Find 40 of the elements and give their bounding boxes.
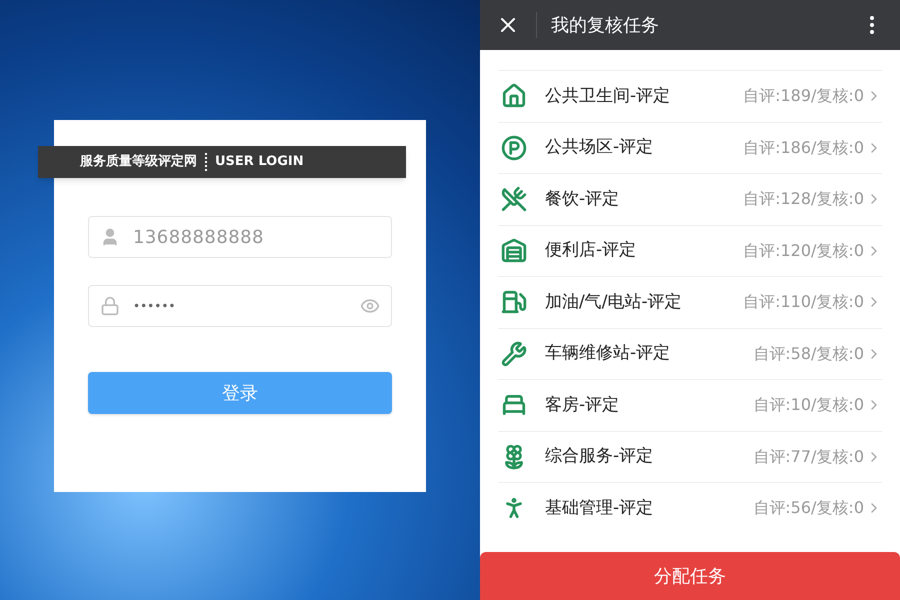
task-row[interactable]: 客房-评定 自评:10/复核:0 — [498, 379, 882, 430]
site-title: 服务质量等级评定网 — [80, 152, 197, 172]
task-counts: 自评:128/复核:0 — [743, 188, 864, 210]
fuel-pump-icon — [501, 289, 527, 316]
page-title: 我的复核任务 — [551, 14, 660, 38]
task-name: 餐饮-评定 — [545, 188, 620, 210]
task-name: 公共卫生间-评定 — [545, 84, 672, 108]
parking-icon — [501, 134, 527, 161]
task-counts: 自评:77/复核:0 — [753, 446, 864, 468]
task-counts: 自评:110/复核:0 — [743, 291, 864, 314]
task-row[interactable]: 餐饮-评定 自评:128/复核:0 — [498, 173, 882, 224]
task-row[interactable]: 公共卫生间-评定 自评:189/复核:0 — [498, 70, 882, 122]
house-icon — [501, 83, 527, 110]
task-row[interactable]: 综合服务-评定 自评:77/复核:0 — [498, 430, 882, 482]
task-counts: 自评:10/复核:0 — [753, 394, 864, 416]
task-row[interactable]: 公共场区-评定 自评:186/复核:0 — [498, 122, 882, 173]
login-subtitle: USER LOGIN — [215, 153, 304, 172]
task-counts: 自评:56/复核:0 — [753, 497, 864, 520]
task-name: 加油/气/电站-评定 — [545, 290, 683, 314]
task-name: 便利店-评定 — [545, 239, 638, 262]
task-row[interactable]: 加油/气/电站-评定 自评:110/复核:0 — [498, 276, 882, 328]
task-name: 客房-评定 — [545, 394, 620, 416]
utensils-icon — [501, 186, 527, 212]
lock-icon — [100, 296, 120, 316]
task-row[interactable]: 便利店-评定 自评:120/复核:0 — [498, 224, 882, 276]
task-name: 综合服务-评定 — [545, 445, 654, 468]
task-name: 车辆维修站-评定 — [545, 342, 672, 365]
task-name: 公共场区-评定 — [545, 136, 654, 159]
task-row[interactable]: 基础管理-评定 自评:56/复核:0 — [498, 482, 882, 534]
task-name: 基础管理-评定 — [545, 496, 654, 520]
task-counts: 自评:186/复核:0 — [743, 136, 864, 159]
assign-button[interactable]: 分配任务 — [480, 552, 900, 600]
dotted-separator — [205, 153, 207, 171]
task-counts: 自评:120/复核:0 — [743, 240, 864, 262]
task-counts: 自评:58/复核:0 — [753, 342, 864, 365]
task-counts: 自评:189/复核:0 — [743, 85, 864, 108]
password-field[interactable]: •••••• — [88, 285, 392, 327]
task-row[interactable]: 车辆维修站-评定 自评:58/复核:0 — [498, 328, 882, 379]
wrench-icon — [501, 340, 527, 367]
warehouse-icon — [501, 238, 527, 264]
